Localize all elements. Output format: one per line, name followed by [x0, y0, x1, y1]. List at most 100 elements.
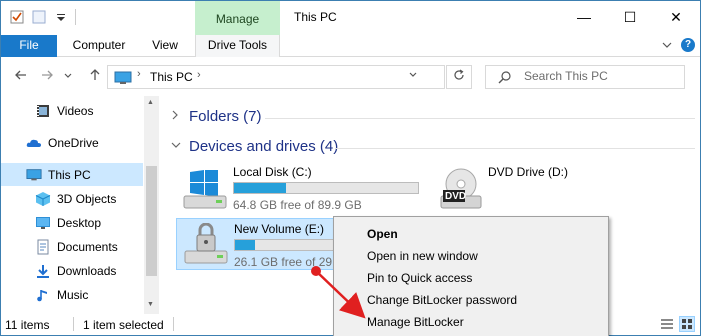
nav-item-label: Downloads	[57, 263, 117, 278]
new-folder-icon[interactable]	[31, 9, 47, 25]
search-box[interactable]	[485, 65, 685, 89]
music-icon	[35, 287, 51, 303]
documents-icon	[35, 239, 51, 255]
ribbon-tabs: File Computer View Drive Tools ?	[1, 35, 700, 57]
minimize-icon: —	[577, 9, 591, 25]
drive-dvd-d[interactable]: DVD DVD Drive (D:)	[431, 162, 631, 214]
breadcrumb-separator-icon[interactable]: ›	[137, 68, 141, 80]
expand-ribbon-icon[interactable]	[661, 39, 673, 54]
refresh-icon	[454, 69, 464, 80]
back-button[interactable]	[11, 68, 31, 86]
tab-drive-tools[interactable]: Drive Tools	[195, 35, 280, 57]
nav-item-downloads[interactable]: Downloads	[1, 259, 143, 282]
tab-computer[interactable]: Computer	[61, 35, 137, 57]
computer-icon	[114, 71, 132, 88]
videos-folder-icon	[35, 103, 51, 119]
chevron-right-icon	[171, 110, 183, 123]
onedrive-cloud-icon	[26, 135, 42, 151]
scroll-down-icon[interactable]: ▼	[147, 301, 154, 308]
drive-usage-fill	[235, 240, 256, 250]
group-header-folders[interactable]: Folders (7)	[171, 108, 262, 125]
close-icon: ✕	[670, 8, 682, 25]
drive-free-space: 26.1 GB free of 29.2	[234, 255, 343, 269]
forward-button[interactable]	[37, 68, 57, 86]
nav-item-documents[interactable]: Documents	[1, 235, 143, 258]
toolbar-divider	[75, 9, 76, 25]
nav-item-label: Documents	[57, 239, 118, 254]
menu-item-change-bitlocker-password[interactable]: Change BitLocker password	[334, 289, 610, 311]
close-button[interactable]: ✕	[653, 1, 699, 33]
chevron-down-icon	[171, 141, 183, 152]
tab-view[interactable]: View	[141, 35, 189, 57]
navigation-pane: Videos OneDrive This PC 3D Objects Deskt…	[1, 96, 159, 314]
large-icons-view-icon[interactable]	[679, 316, 695, 332]
computer-icon	[26, 167, 42, 183]
quick-access-toolbar	[9, 9, 76, 25]
chevron-down-icon	[64, 73, 72, 78]
maximize-button[interactable]: ☐	[607, 1, 653, 33]
nav-item-label: Videos	[57, 103, 94, 118]
drive-name: New Volume (E:)	[234, 222, 325, 236]
back-arrow-icon	[15, 70, 26, 80]
status-divider	[173, 317, 174, 331]
scrollbar-thumb[interactable]	[146, 166, 157, 276]
address-dropdown-icon[interactable]	[408, 70, 418, 83]
windows-drive-icon	[182, 168, 228, 213]
refresh-button[interactable]	[446, 65, 472, 89]
desktop-icon	[35, 215, 51, 231]
drive-usage-fill	[234, 183, 286, 193]
nav-item-label: OneDrive	[48, 135, 99, 150]
nav-item-videos[interactable]: Videos	[1, 99, 143, 122]
search-input[interactable]	[524, 69, 674, 83]
manage-contextual-tab[interactable]: Manage	[195, 1, 280, 35]
context-menu: Open Open in new window Pin to Quick acc…	[333, 216, 609, 336]
help-icon[interactable]: ?	[681, 38, 695, 52]
breadcrumb-separator-icon[interactable]: ›	[197, 69, 201, 81]
details-view-icon[interactable]	[659, 316, 675, 332]
nav-item-desktop[interactable]: Desktop	[1, 211, 143, 234]
nav-item-label: Desktop	[57, 215, 102, 230]
breadcrumb-this-pc[interactable]: This PC	[150, 70, 193, 84]
drive-usage-bar	[233, 182, 419, 194]
menu-item-manage-bitlocker[interactable]: Manage BitLocker	[334, 311, 610, 333]
status-selection: 1 item selected	[83, 318, 164, 332]
minimize-button[interactable]: —	[561, 1, 607, 33]
scroll-up-icon[interactable]: ▲	[147, 99, 154, 106]
bitlocker-locked-drive-icon	[183, 222, 229, 270]
properties-icon[interactable]	[9, 9, 25, 25]
nav-item-this-pc[interactable]: This PC	[1, 163, 143, 186]
tab-file[interactable]: File	[1, 35, 57, 57]
group-divider	[265, 118, 695, 119]
nav-item-3d-objects[interactable]: 3D Objects	[1, 187, 143, 210]
nav-pane-scrollbar[interactable]: ▲ ▼	[144, 96, 159, 314]
nav-item-label: 3D Objects	[57, 191, 117, 206]
drive-name: DVD Drive (D:)	[488, 165, 568, 179]
maximize-icon: ☐	[623, 8, 637, 25]
up-arrow-icon	[90, 69, 100, 80]
status-divider	[73, 317, 74, 331]
3d-objects-icon	[35, 191, 51, 207]
search-icon	[498, 70, 512, 87]
drive-local-disk-c[interactable]: Local Disk (C:) 64.8 GB free of 89.9 GB	[176, 162, 426, 214]
nav-item-onedrive[interactable]: OneDrive	[1, 131, 143, 154]
customize-toolbar-dropdown-icon[interactable]	[53, 9, 69, 25]
menu-item-open-new-window[interactable]: Open in new window	[334, 245, 610, 267]
address-row: › This PC ›	[1, 58, 700, 96]
title-bar: Manage This PC — ☐ ✕	[1, 1, 700, 35]
nav-item-music[interactable]: Music	[1, 283, 143, 306]
downloads-icon	[35, 263, 51, 279]
group-header-devices[interactable]: Devices and drives (4)	[171, 138, 338, 155]
nav-item-label: Music	[57, 287, 89, 302]
group-header-label: Folders (7)	[189, 108, 262, 125]
recent-locations-button[interactable]	[61, 68, 75, 86]
group-header-label: Devices and drives (4)	[189, 138, 339, 155]
menu-item-pin-quick-access[interactable]: Pin to Quick access	[334, 267, 610, 289]
address-bar[interactable]: › This PC ›	[107, 65, 445, 89]
menu-item-open[interactable]: Open	[334, 223, 610, 245]
up-button[interactable]	[85, 68, 105, 86]
group-divider	[335, 148, 695, 149]
window-title: This PC	[294, 10, 337, 24]
drive-name: Local Disk (C:)	[233, 165, 312, 179]
status-item-count: 11 items	[5, 318, 50, 332]
drive-free-space: 64.8 GB free of 89.9 GB	[233, 198, 362, 212]
